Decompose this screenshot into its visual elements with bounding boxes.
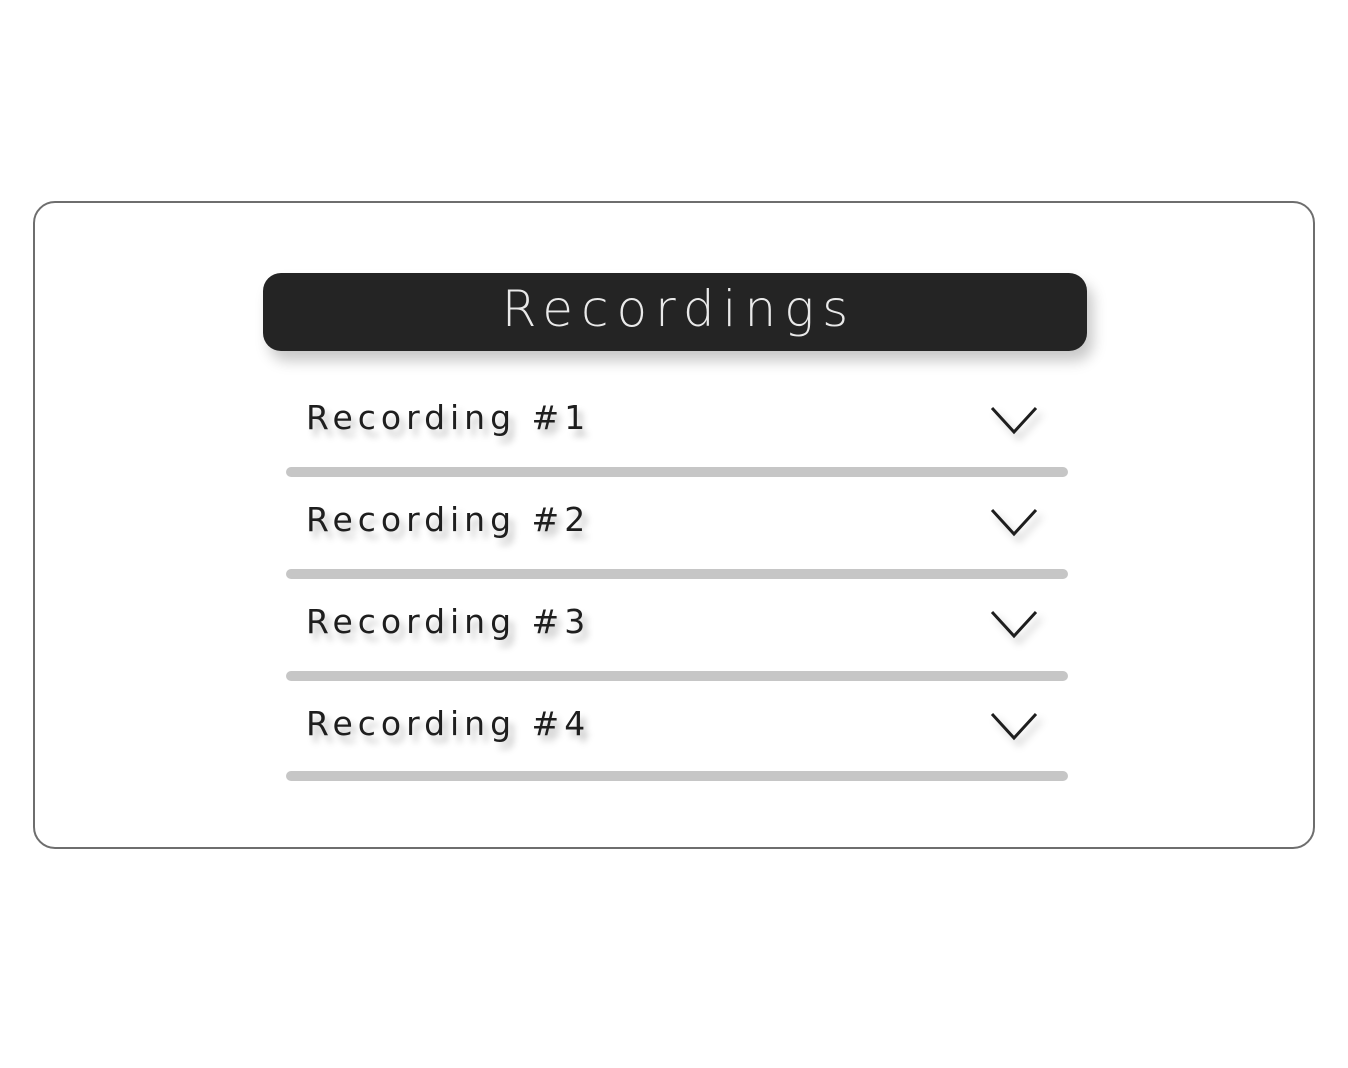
chevron-down-icon[interactable] [990, 506, 1038, 538]
recording-item-2[interactable]: Recording #2 [286, 474, 1068, 579]
recordings-header: Recordings [263, 273, 1087, 351]
chevron-down-icon[interactable] [990, 608, 1038, 640]
recording-item-label: Recording #3 [306, 602, 591, 641]
divider [286, 771, 1068, 781]
recording-item-label: Recording #1 [306, 398, 591, 437]
recording-item-3[interactable]: Recording #3 [286, 576, 1068, 681]
recordings-list: Recording #1 Recording #2 Recording #3 R… [286, 372, 1068, 781]
chevron-down-icon[interactable] [990, 404, 1038, 436]
page-title: Recordings [501, 280, 857, 338]
recording-item-label: Recording #2 [306, 500, 591, 539]
recording-item-label: Recording #4 [306, 704, 591, 743]
chevron-down-icon[interactable] [990, 710, 1038, 742]
recording-item-1[interactable]: Recording #1 [286, 372, 1068, 477]
recording-item-4[interactable]: Recording #4 [286, 678, 1068, 781]
